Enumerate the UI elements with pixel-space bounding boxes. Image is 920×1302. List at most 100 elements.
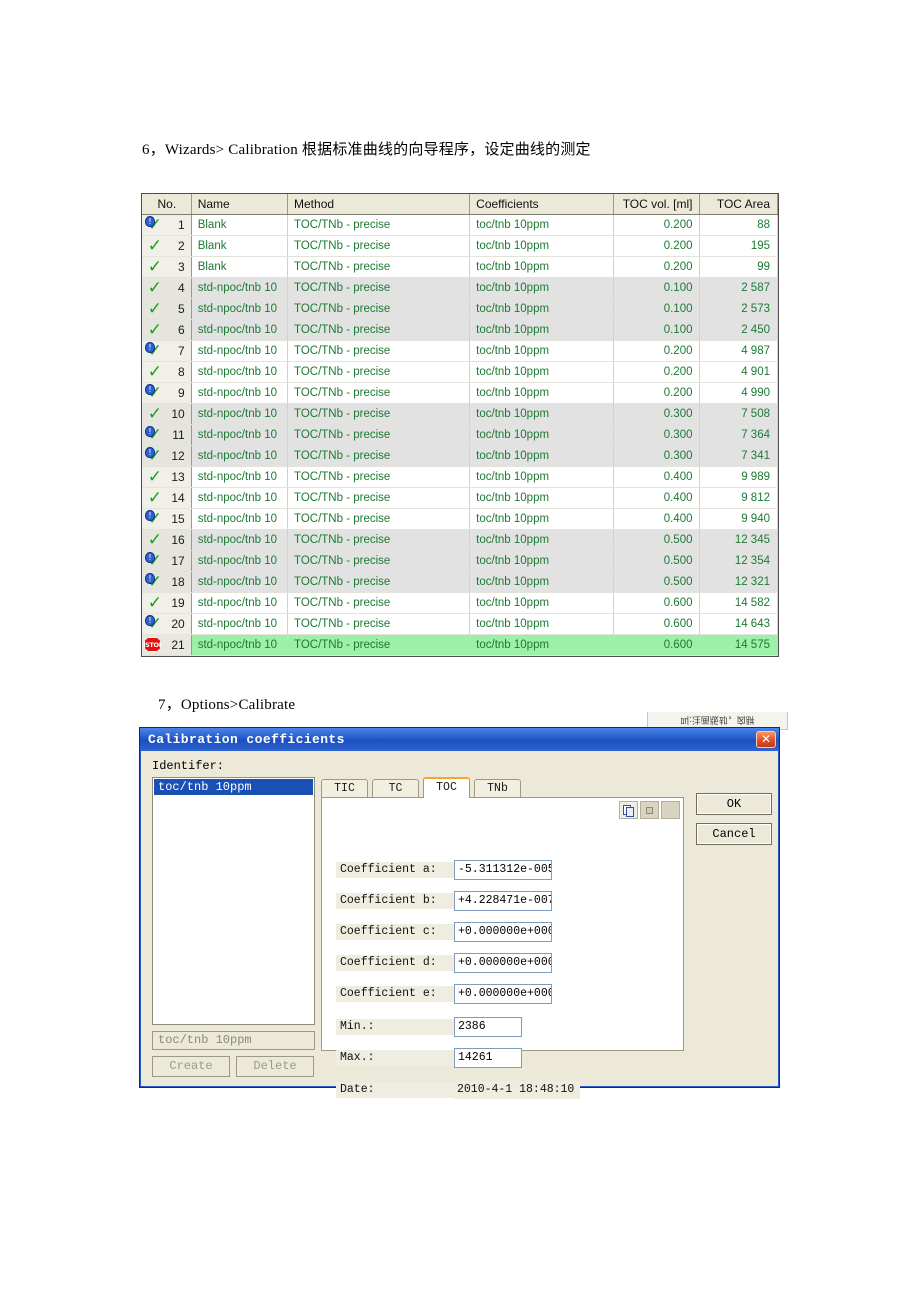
- column-header-toc-vol[interactable]: TOC vol. [ml]: [613, 194, 701, 215]
- row-method-cell: TOC/TNb - precise: [287, 613, 471, 635]
- delete-button[interactable]: Delete: [236, 1056, 314, 1077]
- row-number: 16: [171, 533, 185, 547]
- tab-tic[interactable]: TIC: [321, 779, 368, 798]
- row-toc-area-cell: 9 812: [699, 487, 778, 509]
- paste-icon[interactable]: [640, 801, 659, 819]
- table-header-row: No. Name Method Coefficients TOC vol. [m…: [142, 194, 778, 215]
- row-toc-vol-cell: 0.400: [613, 508, 701, 530]
- row-coefficients-cell: toc/tnb 10ppm: [469, 382, 614, 404]
- coefficient-field[interactable]: +4.228471e-007: [454, 891, 552, 911]
- dialog-title: Calibration coefficients: [148, 732, 345, 747]
- table-row[interactable]: ✓! 7 std-npoc/tnb 10 TOC/TNb - precise toc/t…: [142, 340, 778, 362]
- identifier-list[interactable]: toc/tnb 10ppm: [152, 777, 315, 1025]
- min-field[interactable]: 2386: [454, 1017, 522, 1037]
- check-icon: ✓: [147, 593, 162, 613]
- table-row[interactable]: STOP 21 std-npoc/tnb 10 TOC/TNb - precise to…: [142, 634, 778, 656]
- row-coefficients-cell: toc/tnb 10ppm: [469, 235, 614, 257]
- coefficient-label: Coefficient e:: [336, 986, 454, 1002]
- table-row[interactable]: ✓ 4 std-npoc/tnb 10 TOC/TNb - precise toc/tn…: [142, 277, 778, 299]
- check-icon: ✓: [147, 320, 162, 340]
- row-name-cell: std-npoc/tnb 10: [191, 571, 289, 593]
- coefficient-row-b: Coefficient b: +4.228471e-007: [336, 890, 552, 912]
- check-info-icon: ✓!: [145, 573, 164, 591]
- row-coefficients-cell: toc/tnb 10ppm: [469, 403, 614, 425]
- dialog-titlebar[interactable]: Calibration coefficients ✕: [140, 728, 779, 751]
- table-row[interactable]: ✓! 12 std-npoc/tnb 10 TOC/TNb - precise toc/…: [142, 445, 778, 467]
- date-row: Date: 2010-4-1 18:48:10: [336, 1079, 581, 1101]
- row-toc-vol-cell: 0.600: [613, 592, 701, 614]
- row-method-cell: TOC/TNb - precise: [287, 508, 471, 530]
- table-row[interactable]: ✓ 8 std-npoc/tnb 10 TOC/TNb - precise toc/tn…: [142, 361, 778, 383]
- tab-strip: TIC TC TOC TNb: [321, 777, 684, 798]
- coefficient-field[interactable]: +0.000000e+000: [454, 922, 552, 942]
- table-row[interactable]: ✓! 15 std-npoc/tnb 10 TOC/TNb - precise toc/…: [142, 508, 778, 530]
- column-header-toc-area[interactable]: TOC Area: [699, 194, 778, 215]
- column-header-no[interactable]: No.: [142, 194, 192, 215]
- check-icon: ✓: [147, 404, 162, 424]
- row-coefficients-cell: toc/tnb 10ppm: [469, 445, 614, 467]
- coefficient-field[interactable]: +0.000000e+000: [454, 953, 552, 973]
- row-toc-vol-cell: 0.100: [613, 298, 701, 320]
- row-coefficients-cell: toc/tnb 10ppm: [469, 277, 614, 299]
- max-field[interactable]: 14261: [454, 1048, 522, 1068]
- table-row[interactable]: ✓ 19 std-npoc/tnb 10 TOC/TNb - precise toc/t…: [142, 592, 778, 614]
- list-item[interactable]: toc/tnb 10ppm: [154, 779, 313, 795]
- row-number: 4: [178, 281, 185, 295]
- table-row[interactable]: ✓ 3 Blank TOC/TNb - precise toc/tnb 10ppm 0.2…: [142, 256, 778, 278]
- measurement-table[interactable]: No. Name Method Coefficients TOC vol. [m…: [141, 193, 779, 657]
- row-toc-area-cell: 7 364: [699, 424, 778, 446]
- row-coefficients-cell: toc/tnb 10ppm: [469, 466, 614, 488]
- row-index-cell: ✓ 4: [142, 277, 192, 299]
- tab-tnb[interactable]: TNb: [474, 779, 521, 798]
- tab-tc[interactable]: TC: [372, 779, 419, 798]
- row-name-cell: std-npoc/tnb 10: [191, 445, 289, 467]
- max-label: Max.:: [336, 1050, 454, 1066]
- row-index-cell: ✓ 10: [142, 403, 192, 425]
- row-number: 12: [171, 449, 185, 463]
- column-header-name[interactable]: Name: [191, 194, 289, 215]
- ok-button[interactable]: OK: [696, 793, 772, 815]
- tab-toc[interactable]: TOC: [423, 777, 470, 798]
- row-toc-area-cell: 9 940: [699, 508, 778, 530]
- table-row[interactable]: ✓! 9 std-npoc/tnb 10 TOC/TNb - precise toc/t…: [142, 382, 778, 404]
- identifier-entry-field[interactable]: toc/tnb 10ppm: [152, 1031, 315, 1050]
- check-info-icon: ✓!: [145, 447, 164, 465]
- row-toc-vol-cell: 0.400: [613, 487, 701, 509]
- table-row[interactable]: ✓! 11 std-npoc/tnb 10 TOC/TNb - precise toc/…: [142, 424, 778, 446]
- cancel-button[interactable]: Cancel: [696, 823, 772, 845]
- check-icon: ✓: [147, 299, 162, 319]
- table-row[interactable]: ✓! 20 std-npoc/tnb 10 TOC/TNb - precise toc/…: [142, 613, 778, 635]
- row-toc-area-cell: 2 450: [699, 319, 778, 341]
- panel-toolbar: [619, 801, 680, 819]
- table-row[interactable]: ✓! 18 std-npoc/tnb 10 TOC/TNb - precise toc/…: [142, 571, 778, 593]
- table-row[interactable]: ✓ 13 std-npoc/tnb 10 TOC/TNb - precise toc/t…: [142, 466, 778, 488]
- table-row[interactable]: ✓ 2 Blank TOC/TNb - precise toc/tnb 10ppm 0.2…: [142, 235, 778, 257]
- row-toc-area-cell: 88: [699, 214, 778, 236]
- check-info-icon: ✓!: [145, 216, 164, 234]
- table-row[interactable]: ✓ 14 std-npoc/tnb 10 TOC/TNb - precise toc/t…: [142, 487, 778, 509]
- column-header-coefficients[interactable]: Coefficients: [469, 194, 614, 215]
- coefficient-row-e: Coefficient e: +0.000000e+000: [336, 983, 552, 1005]
- row-number: 9: [178, 386, 185, 400]
- copy-icon[interactable]: [619, 801, 638, 819]
- date-value: 2010-4-1 18:48:10: [454, 1081, 581, 1099]
- row-toc-area-cell: 2 573: [699, 298, 778, 320]
- table-row[interactable]: ✓! 1 Blank TOC/TNb - precise toc/tnb 10ppm 0.…: [142, 214, 778, 236]
- row-toc-vol-cell: 0.200: [613, 214, 701, 236]
- row-coefficients-cell: toc/tnb 10ppm: [469, 214, 614, 236]
- create-button[interactable]: Create: [152, 1056, 230, 1077]
- check-icon: ✓: [147, 530, 162, 550]
- column-header-method[interactable]: Method: [287, 194, 471, 215]
- table-row[interactable]: ✓ 5 std-npoc/tnb 10 TOC/TNb - precise toc/tn…: [142, 298, 778, 320]
- coefficient-field[interactable]: +0.000000e+000: [454, 984, 552, 1004]
- table-row[interactable]: ✓ 6 std-npoc/tnb 10 TOC/TNb - precise toc/tn…: [142, 319, 778, 341]
- blank-tool-icon[interactable]: [661, 801, 680, 819]
- row-number: 8: [178, 365, 185, 379]
- table-row[interactable]: ✓ 10 std-npoc/tnb 10 TOC/TNb - precise toc/t…: [142, 403, 778, 425]
- table-row[interactable]: ✓! 17 std-npoc/tnb 10 TOC/TNb - precise toc/…: [142, 550, 778, 572]
- table-row[interactable]: ✓ 16 std-npoc/tnb 10 TOC/TNb - precise toc/t…: [142, 529, 778, 551]
- close-icon[interactable]: ✕: [756, 731, 776, 748]
- coefficient-field[interactable]: -5.311312e-005: [454, 860, 552, 880]
- row-coefficients-cell: toc/tnb 10ppm: [469, 424, 614, 446]
- row-toc-vol-cell: 0.100: [613, 319, 701, 341]
